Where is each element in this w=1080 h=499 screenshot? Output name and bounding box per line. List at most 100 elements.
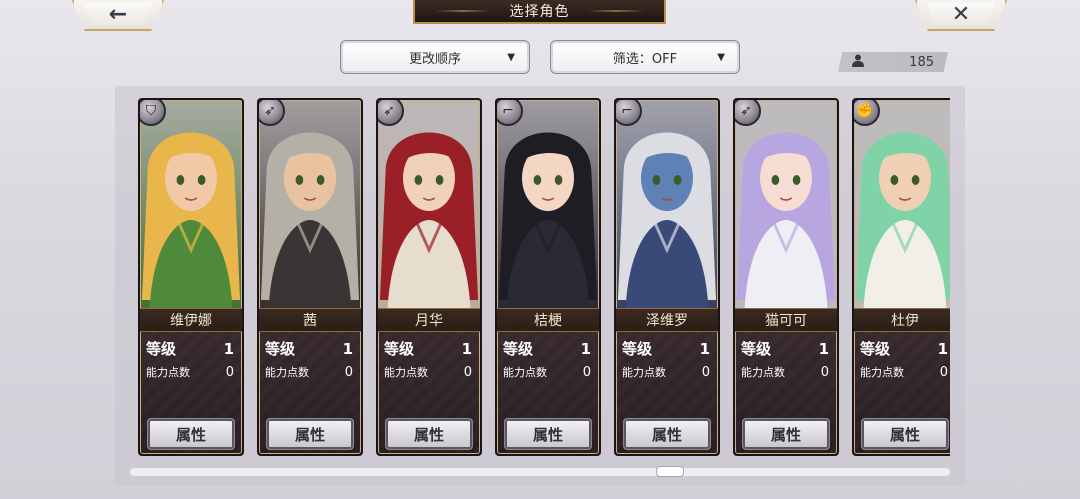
level-row: 等级 1 bbox=[503, 338, 591, 359]
level-row: 等级 1 bbox=[622, 338, 710, 359]
card-info: 茜 等级 1 能力点数 0 属性 bbox=[259, 308, 361, 454]
character-card-1[interactable]: ⛉ 维伊娜 等级 1 能力点数 0 属性 bbox=[138, 98, 244, 456]
points-row: 能力点数 0 bbox=[741, 364, 829, 380]
attribute-button-label: 属性 bbox=[175, 425, 206, 444]
points-label: 能力点数 bbox=[384, 366, 428, 379]
attribute-button[interactable]: 属性 bbox=[623, 418, 711, 450]
points-label: 能力点数 bbox=[860, 366, 904, 379]
attribute-button-label: 属性 bbox=[413, 425, 444, 444]
title-plate: 选择角色 bbox=[413, 0, 666, 24]
level-label: 等级 bbox=[265, 340, 296, 358]
horizontal-scrollbar[interactable] bbox=[130, 468, 950, 476]
level-value: 1 bbox=[342, 339, 353, 358]
character-name: 月华 bbox=[378, 308, 480, 332]
points-value: 0 bbox=[939, 364, 948, 380]
level-row: 等级 1 bbox=[265, 338, 353, 359]
character-portrait bbox=[616, 100, 718, 308]
attribute-button[interactable]: 属性 bbox=[504, 418, 592, 450]
attribute-button[interactable]: 属性 bbox=[861, 418, 949, 450]
attribute-button-label: 属性 bbox=[651, 425, 682, 444]
close-icon: ✕ bbox=[951, 2, 971, 27]
level-label: 等级 bbox=[503, 340, 534, 358]
character-name: 茜 bbox=[259, 308, 361, 332]
chevron-down-icon: ▼ bbox=[717, 52, 725, 63]
character-name: 猫可可 bbox=[735, 308, 837, 332]
attribute-button-label: 属性 bbox=[532, 425, 563, 444]
level-row: 等级 1 bbox=[146, 338, 234, 359]
character-card-4[interactable]: ⌐ 桔梗 等级 1 能力点数 0 属性 bbox=[495, 98, 601, 456]
attribute-button-label: 属性 bbox=[770, 425, 801, 444]
character-name: 桔梗 bbox=[497, 308, 599, 332]
level-value: 1 bbox=[818, 339, 829, 358]
points-row: 能力点数 0 bbox=[622, 364, 710, 380]
character-card-3[interactable]: ➶ 月华 等级 1 能力点数 0 属性 bbox=[376, 98, 482, 456]
level-label: 等级 bbox=[741, 340, 772, 358]
attribute-button[interactable]: 属性 bbox=[385, 418, 473, 450]
character-card-2[interactable]: ➶ 茜 等级 1 能力点数 0 属性 bbox=[257, 98, 363, 456]
level-value: 1 bbox=[580, 339, 591, 358]
points-value: 0 bbox=[820, 364, 829, 380]
character-portrait bbox=[854, 100, 950, 308]
points-row: 能力点数 0 bbox=[860, 364, 948, 380]
points-row: 能力点数 0 bbox=[265, 364, 353, 380]
points-label: 能力点数 bbox=[741, 366, 785, 379]
points-row: 能力点数 0 bbox=[384, 364, 472, 380]
sort-order-dropdown[interactable]: 更改顺序 ▼ bbox=[340, 40, 530, 74]
points-label: 能力点数 bbox=[146, 366, 190, 379]
scrollbar-thumb[interactable] bbox=[656, 466, 684, 477]
points-value: 0 bbox=[463, 364, 472, 380]
card-info: 月华 等级 1 能力点数 0 属性 bbox=[378, 308, 480, 454]
level-value: 1 bbox=[699, 339, 710, 358]
sort-order-label: 更改顺序 bbox=[408, 51, 461, 67]
level-row: 等级 1 bbox=[384, 338, 472, 359]
level-label: 等级 bbox=[860, 340, 891, 358]
card-info: 桔梗 等级 1 能力点数 0 属性 bbox=[497, 308, 599, 454]
character-portrait bbox=[140, 100, 242, 308]
points-value: 0 bbox=[701, 364, 710, 380]
back-arrow-icon: ← bbox=[108, 2, 128, 27]
card-info: 猫可可 等级 1 能力点数 0 属性 bbox=[735, 308, 837, 454]
filter-dropdown[interactable]: 筛选：OFF ▼ bbox=[550, 40, 740, 74]
attribute-button-label: 属性 bbox=[294, 425, 325, 444]
close-button[interactable]: ✕ bbox=[915, 0, 1007, 31]
attribute-button[interactable]: 属性 bbox=[266, 418, 354, 450]
page-title: 选择角色 bbox=[509, 4, 570, 20]
character-count: 185 bbox=[909, 54, 934, 70]
level-row: 等级 1 bbox=[860, 338, 948, 359]
character-card-6[interactable]: ➶ 猫可可 等级 1 能力点数 0 属性 bbox=[733, 98, 839, 456]
attribute-button[interactable]: 属性 bbox=[742, 418, 830, 450]
level-value: 1 bbox=[937, 339, 948, 358]
character-card-7[interactable]: ✊ 杜伊 等级 1 能力点数 0 属性 bbox=[852, 98, 950, 456]
level-row: 等级 1 bbox=[741, 338, 829, 359]
level-label: 等级 bbox=[622, 340, 653, 358]
character-name: 泽维罗 bbox=[616, 308, 718, 332]
chevron-down-icon: ▼ bbox=[507, 52, 515, 63]
character-card-5[interactable]: ⌐ 泽维罗 等级 1 能力点数 0 属性 bbox=[614, 98, 720, 456]
character-portrait bbox=[497, 100, 599, 308]
level-value: 1 bbox=[223, 339, 234, 358]
points-row: 能力点数 0 bbox=[503, 364, 591, 380]
back-button[interactable]: ← bbox=[72, 0, 164, 31]
character-count-badge: 185 bbox=[838, 52, 948, 72]
character-name: 维伊娜 bbox=[140, 308, 242, 332]
filter-label: 筛选：OFF bbox=[612, 51, 678, 67]
character-portrait bbox=[735, 100, 837, 308]
level-value: 1 bbox=[461, 339, 472, 358]
points-label: 能力点数 bbox=[503, 366, 547, 379]
level-label: 等级 bbox=[146, 340, 177, 358]
card-info: 维伊娜 等级 1 能力点数 0 属性 bbox=[140, 308, 242, 454]
points-row: 能力点数 0 bbox=[146, 364, 234, 380]
points-value: 0 bbox=[344, 364, 353, 380]
character-portrait bbox=[259, 100, 361, 308]
character-name: 杜伊 bbox=[854, 308, 950, 332]
attribute-button[interactable]: 属性 bbox=[147, 418, 235, 450]
card-info: 泽维罗 等级 1 能力点数 0 属性 bbox=[616, 308, 718, 454]
points-label: 能力点数 bbox=[622, 366, 666, 379]
level-label: 等级 bbox=[384, 340, 415, 358]
card-info: 杜伊 等级 1 能力点数 0 属性 bbox=[854, 308, 950, 454]
character-card-list: ⛉ 维伊娜 等级 1 能力点数 0 属性 ➶ 茜 等级 1 能力点数 0 属性 … bbox=[138, 98, 950, 460]
points-value: 0 bbox=[582, 364, 591, 380]
person-icon bbox=[852, 54, 864, 71]
attribute-button-label: 属性 bbox=[889, 425, 920, 444]
points-label: 能力点数 bbox=[265, 366, 309, 379]
